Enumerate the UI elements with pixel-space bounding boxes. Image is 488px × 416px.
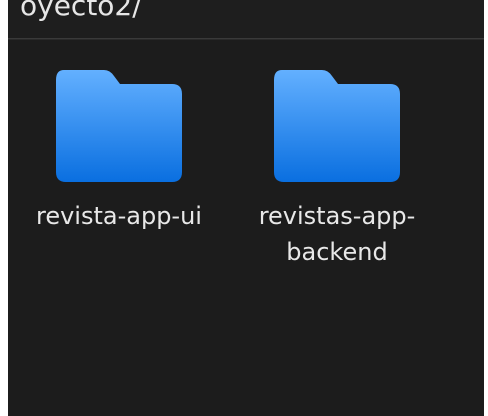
folder-icon (274, 70, 400, 182)
file-manager-window: oyecto2/ revista-app-ui revistas-app- ba… (8, 0, 484, 416)
folder-icon (56, 70, 182, 182)
folder-label: revistas-app- backend (258, 202, 416, 266)
location-bar[interactable]: oyecto2/ (8, 0, 484, 39)
file-grid: revista-app-ui revistas-app- backend (8, 40, 484, 416)
folder-label: revista-app-ui (36, 202, 202, 230)
folder-item-revistas-app-backend[interactable]: revistas-app- backend (247, 68, 427, 270)
folder-item-revista-app-ui[interactable]: revista-app-ui (29, 68, 209, 234)
location-path-text: oyecto2/ (20, 0, 142, 22)
